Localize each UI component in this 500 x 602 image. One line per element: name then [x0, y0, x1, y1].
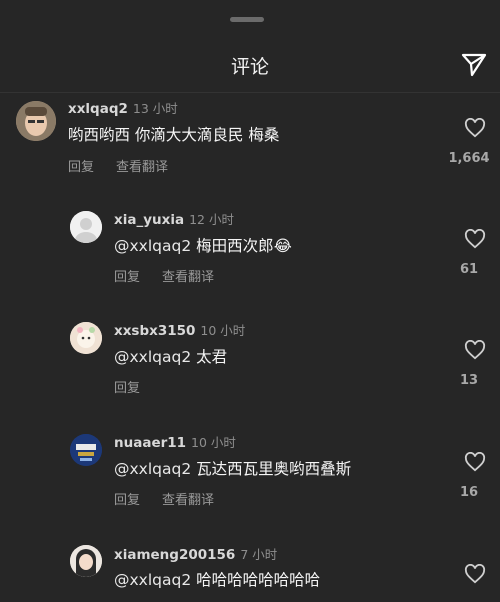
avatar[interactable] [70, 545, 102, 577]
like-count: 1,664 [448, 151, 490, 166]
comment-text: @xxlqaq2 瓦达西瓦里奥哟西叠斯 [114, 457, 351, 479]
comment-text: @xxlqaq2 梅田西次郎😂 [114, 234, 292, 256]
paper-plane-icon[interactable] [460, 52, 488, 78]
mention-link[interactable]: @xxlqaq2 [114, 348, 191, 366]
reply-button[interactable]: 回复 [68, 160, 94, 175]
heart-icon[interactable] [464, 340, 486, 360]
heart-icon[interactable] [464, 564, 486, 584]
translate-button[interactable]: 查看翻译 [162, 493, 214, 508]
translate-button[interactable]: 查看翻译 [116, 160, 168, 175]
comment-username[interactable]: nuaaer11 10 小时 [114, 432, 236, 451]
mention-link[interactable]: @xxlqaq2 [114, 237, 191, 255]
avatar[interactable] [70, 211, 102, 243]
comment-body: 哟西哟西 你滴大大滴良民 梅桑 [68, 126, 280, 144]
header-divider [0, 92, 500, 93]
avatar[interactable] [16, 101, 56, 141]
drag-handle[interactable] [230, 17, 264, 22]
mention-link[interactable]: @xxlqaq2 [114, 571, 191, 589]
like-count: 13 [459, 373, 479, 388]
comment-username[interactable]: xxsbx3150 10 小时 [114, 320, 245, 339]
comment-actions: 回复 查看翻译 [114, 266, 236, 285]
heart-icon[interactable] [464, 452, 486, 472]
comment-body: 梅田西次郎😂 [191, 237, 292, 255]
username-text[interactable]: xxsbx3150 [114, 323, 195, 339]
avatar[interactable] [70, 434, 102, 466]
comment-time: 13 小时 [132, 101, 178, 116]
comment-time: 7 小时 [240, 547, 278, 562]
comment-text: @xxlqaq2 太君 [114, 345, 227, 367]
username-text[interactable]: xia_yuxia [114, 212, 184, 228]
comment-time: 10 小时 [191, 435, 236, 450]
comment-actions: 回复 查看翻译 [114, 489, 236, 508]
reply-button[interactable]: 回复 [114, 493, 140, 508]
comment-username[interactable]: xiameng200156 7 小时 [114, 544, 277, 563]
comment-body: 太君 [191, 348, 228, 366]
comment-time: 10 小时 [200, 323, 246, 338]
username-text[interactable]: xiameng200156 [114, 547, 235, 563]
avatar[interactable] [70, 322, 102, 354]
username-text[interactable]: xxlqaq2 [68, 101, 128, 117]
like-count: 61 [459, 262, 479, 277]
translate-button[interactable]: 查看翻译 [162, 270, 214, 285]
reply-button[interactable]: 回复 [114, 270, 140, 285]
reply-button[interactable]: 回复 [114, 381, 140, 396]
comment-actions: 回复 查看翻译 [68, 156, 190, 175]
comment-body: 哈哈哈哈哈哈哈哈 [191, 571, 321, 589]
comment-username[interactable]: xia_yuxia 12 小时 [114, 209, 234, 228]
heart-icon[interactable] [464, 229, 486, 249]
like-count: 16 [459, 485, 479, 500]
comment-text: @xxlqaq2 哈哈哈哈哈哈哈哈 [114, 568, 320, 590]
comment-body: 瓦达西瓦里奥哟西叠斯 [191, 460, 352, 478]
comment-actions: 回复 [114, 377, 162, 396]
comment-username[interactable]: xxlqaq2 13 小时 [68, 98, 178, 117]
comment-time: 12 小时 [189, 212, 234, 227]
page-title: 评论 [230, 56, 269, 78]
comment-text: 哟西哟西 你滴大大滴良民 梅桑 [68, 123, 279, 145]
heart-icon[interactable] [464, 118, 486, 138]
mention-link[interactable]: @xxlqaq2 [114, 460, 191, 478]
username-text[interactable]: nuaaer11 [114, 435, 186, 451]
